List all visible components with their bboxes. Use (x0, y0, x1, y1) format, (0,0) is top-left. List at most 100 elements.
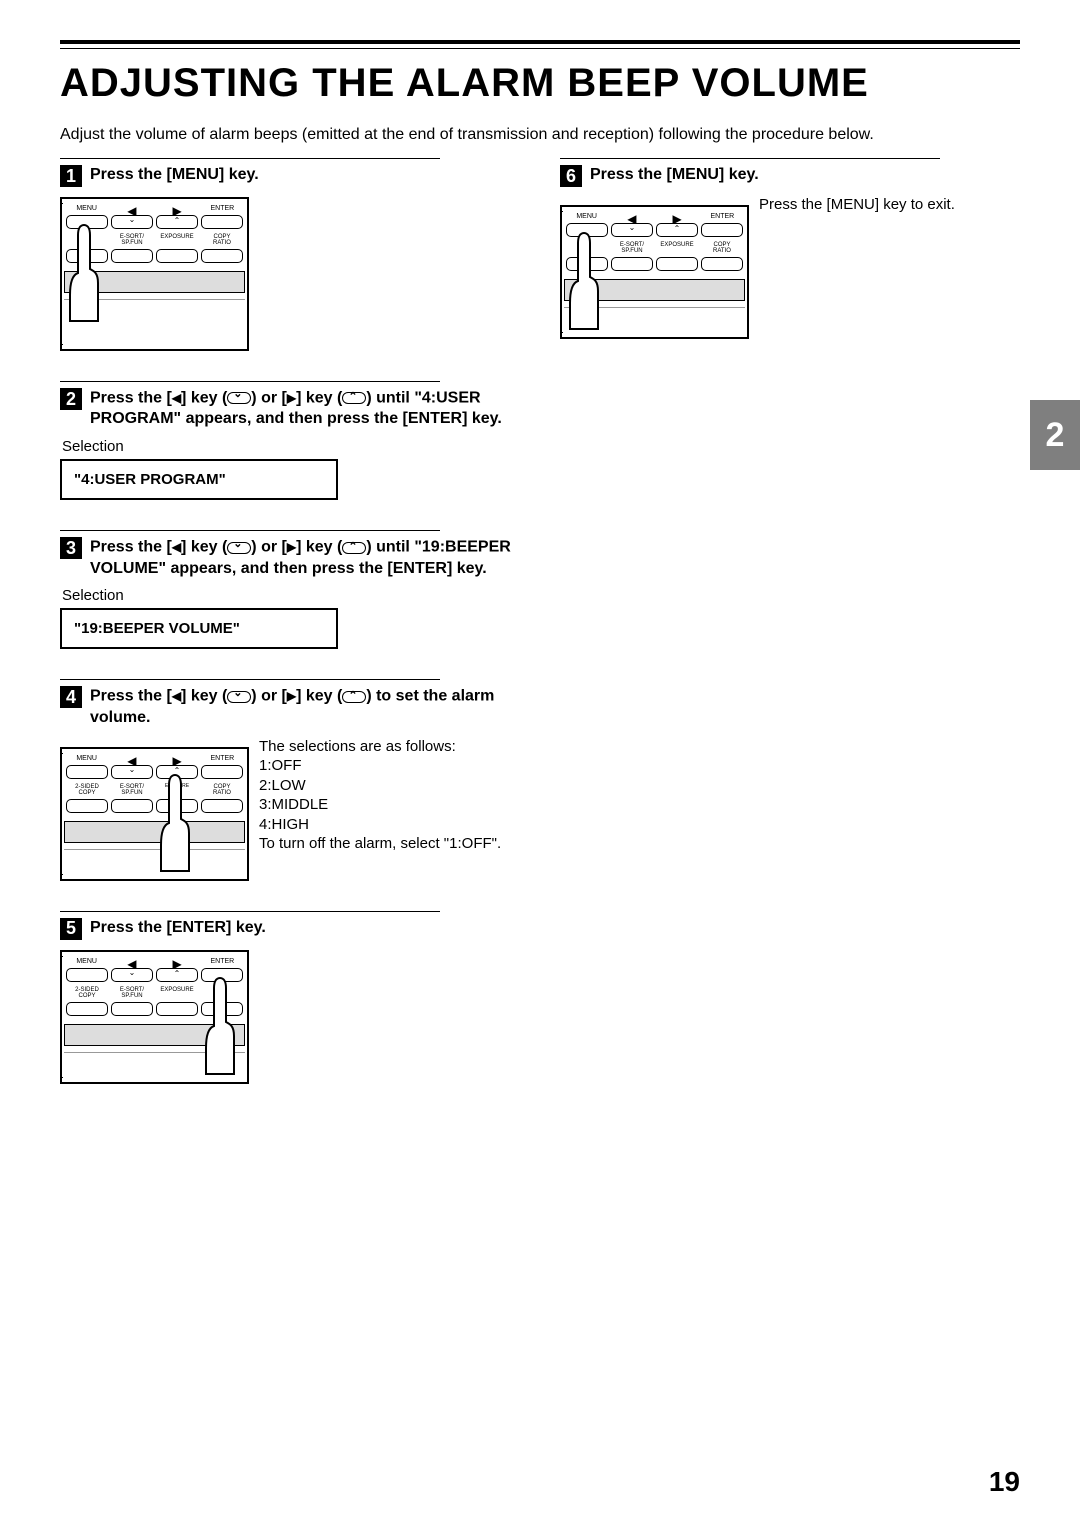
panel-esort-button (111, 1002, 153, 1016)
step-number-badge: 6 (560, 165, 582, 187)
step-number-badge: 5 (60, 918, 82, 940)
arrow-left-icon (172, 388, 181, 409)
lcd-display-box: "19:BEEPER VOLUME" (60, 608, 338, 649)
panel-label-menu: MENU (66, 205, 107, 212)
intro-text: Adjust the volume of alarm beeps (emitte… (60, 126, 1020, 144)
step-number-badge: 1 (60, 165, 82, 187)
selection-label: Selection (62, 587, 520, 604)
panel-label-esort: E-SORT/ SP.FUN (111, 987, 153, 999)
panel-menu-button (66, 968, 108, 982)
arrow-right-icon (287, 537, 296, 558)
panel-left-button (111, 968, 153, 982)
page-title: ADJUSTING THE ALARM BEEP VOLUME (60, 61, 1020, 106)
panel-right-button (656, 223, 698, 237)
panel-left-button (111, 765, 153, 779)
step-number-badge: 4 (60, 686, 82, 708)
finger-icon (566, 231, 602, 331)
panel-right-button (156, 968, 198, 982)
panel-exposure-button (156, 1002, 198, 1016)
chapter-tab: 2 (1030, 400, 1080, 470)
panel-copyratio-button (201, 249, 243, 263)
panel-enter-button (701, 223, 743, 237)
step-5: 5 Press the [ENTER] key. MENU ENTER (60, 911, 520, 1084)
panel-right-button (156, 215, 198, 229)
finger-icon (202, 976, 238, 1076)
arrow-right-icon (287, 388, 296, 409)
oval-down-icon (227, 392, 251, 404)
step-title: Press the [ENTER] key. (90, 918, 266, 939)
step-rule (60, 381, 440, 382)
panel-label-enter: ENTER (702, 213, 743, 220)
oval-down-icon (227, 542, 251, 554)
step-title: Press the [MENU] key. (590, 165, 759, 186)
finger-icon (66, 223, 102, 323)
finger-icon (157, 773, 193, 873)
panel-label-esort: E-SORT/ SP.FUN (111, 784, 153, 796)
oval-up-icon (342, 392, 366, 404)
panel-lcd (64, 821, 245, 843)
panel-left-button (611, 223, 653, 237)
panel-label-exposure: EXPOSURE (156, 234, 198, 246)
step-rule (60, 911, 440, 912)
page-number: 19 (989, 1466, 1020, 1498)
step-title: Press the [] key () or [] key () until "… (90, 388, 520, 430)
panel-copyratio-button (701, 257, 743, 271)
step-rule (60, 530, 440, 531)
control-panel-illustration: MENU ENTER ED Y E-SORT/ SP.FUN (60, 197, 249, 351)
panel-label-exposure: EXPOSURE (656, 242, 698, 254)
panel-label-copyratio: COPY RATIO (201, 784, 243, 796)
arrow-left-icon (172, 537, 181, 558)
panel-esort-button (111, 249, 153, 263)
oval-up-icon (342, 691, 366, 703)
right-column: 6 Press the [MENU] key. MENU ENTER (560, 158, 1020, 1114)
panel-enter-button (201, 215, 243, 229)
lcd-display-box: "4:USER PROGRAM" (60, 459, 338, 500)
panel-label-2sided: 2-SIDED COPY (66, 987, 108, 999)
step-title: Press the [] key () or [] key () until "… (90, 537, 520, 579)
panel-label-esort: E-SORT/ SP.FUN (111, 234, 153, 246)
step-4: 4 Press the [] key () or [] key () to se… (60, 679, 520, 880)
left-column: 1 Press the [MENU] key. MENU ENTER (60, 158, 520, 1114)
panel-label-exposure: EXPOSURE (156, 987, 198, 999)
oval-up-icon (342, 542, 366, 554)
panel-copyratio-button (201, 799, 243, 813)
panel-label-copyratio: COPY RATIO (201, 234, 243, 246)
selection-label: Selection (62, 438, 520, 455)
step-rule (60, 158, 440, 159)
panel-label-menu: MENU (566, 213, 607, 220)
step-3: 3 Press the [] key () or [] key () until… (60, 530, 520, 649)
step-6: 6 Press the [MENU] key. MENU ENTER (560, 158, 1020, 339)
panel-2sided-button (66, 799, 108, 813)
panel-label-esort: E-SORT/ SP.FUN (611, 242, 653, 254)
panel-2sided-button (66, 1002, 108, 1016)
arrow-right-icon (287, 686, 296, 707)
panel-menu-button (66, 765, 108, 779)
panel-label-enter: ENTER (202, 205, 243, 212)
control-panel-illustration: MENU ENTER 2-SIDED COPY (60, 747, 249, 881)
step-title: Press the [] key () or [] key () to set … (90, 686, 520, 728)
panel-enter-button (201, 765, 243, 779)
manual-page: ADJUSTING THE ALARM BEEP VOLUME Adjust t… (0, 0, 1080, 1528)
panel-label-menu: MENU (66, 755, 107, 762)
oval-down-icon (227, 691, 251, 703)
step-number-badge: 3 (60, 537, 82, 559)
step-body-text: The selections are as follows: 1:OFF 2:L… (259, 737, 520, 881)
step-body-text: Press the [MENU] key to exit. (759, 195, 1020, 339)
top-rule (60, 40, 1020, 49)
control-panel-illustration: MENU ENTER 2-SIDED COPY E-SORT/ SP.FUN (60, 950, 249, 1084)
panel-label-enter: ENTER (202, 755, 243, 762)
panel-label-enter: ENTER (202, 958, 243, 965)
step-2: 2 Press the [] key () or [] key () until… (60, 381, 520, 500)
panel-exposure-button (156, 249, 198, 263)
step-1: 1 Press the [MENU] key. MENU ENTER (60, 158, 520, 351)
arrow-left-icon (172, 686, 181, 707)
panel-label-menu: MENU (66, 958, 107, 965)
step-title: Press the [MENU] key. (90, 165, 259, 186)
panel-label-2sided: 2-SIDED COPY (66, 784, 108, 796)
panel-exposure-button (656, 257, 698, 271)
panel-esort-button (111, 799, 153, 813)
panel-left-button (111, 215, 153, 229)
step-number-badge: 2 (60, 388, 82, 410)
panel-label-copyratio: COPY RATIO (701, 242, 743, 254)
panel-esort-button (611, 257, 653, 271)
